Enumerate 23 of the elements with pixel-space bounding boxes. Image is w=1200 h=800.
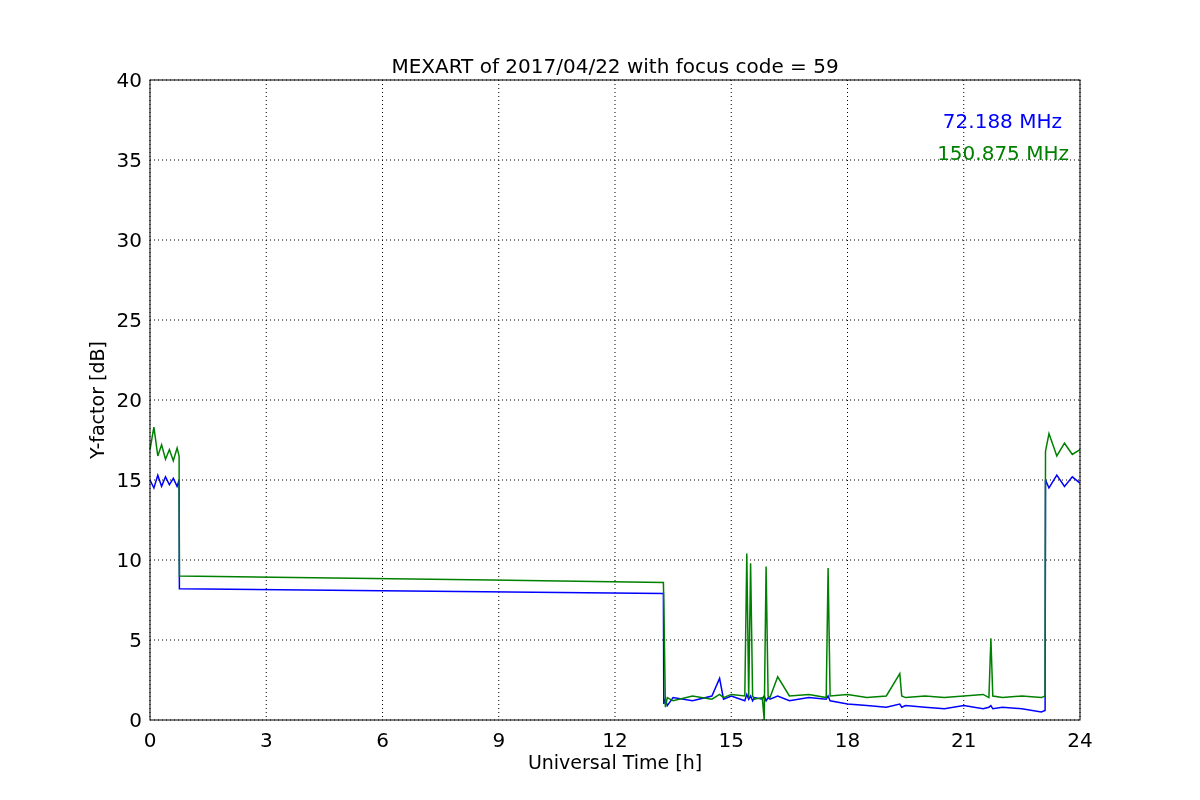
legend-label: 150.875 MHz — [937, 141, 1069, 165]
y-tick-label: 0 — [129, 708, 142, 732]
y-tick-label: 35 — [116, 148, 142, 172]
y-tick-label: 40 — [116, 68, 142, 92]
legend-label: 72.188 MHz — [942, 109, 1062, 133]
y-tick-label: 5 — [129, 628, 142, 652]
x-axis-label: Universal Time [h] — [527, 751, 703, 773]
x-tick-label: 12 — [602, 728, 628, 752]
y-tick-label: 20 — [116, 388, 142, 412]
y-tick-label: 10 — [116, 548, 142, 572]
x-tick-label: 9 — [492, 728, 506, 752]
x-tick-label: 24 — [1067, 728, 1093, 752]
x-tick-label: 15 — [718, 728, 744, 752]
x-tick-label: 0 — [143, 728, 157, 752]
x-tick-label: 18 — [834, 728, 861, 752]
y-tick-label: 15 — [116, 468, 142, 492]
y-axis-label: Y-factor [dB] — [86, 341, 108, 459]
x-tick-label: 3 — [259, 728, 273, 752]
chart-title: MEXART of 2017/04/22 with focus code = 59 — [391, 54, 839, 78]
x-tick-label: 21 — [951, 728, 977, 752]
y-tick-label: 30 — [116, 228, 142, 252]
x-tick-label: 6 — [376, 728, 389, 752]
y-tick-label: 25 — [116, 308, 142, 332]
